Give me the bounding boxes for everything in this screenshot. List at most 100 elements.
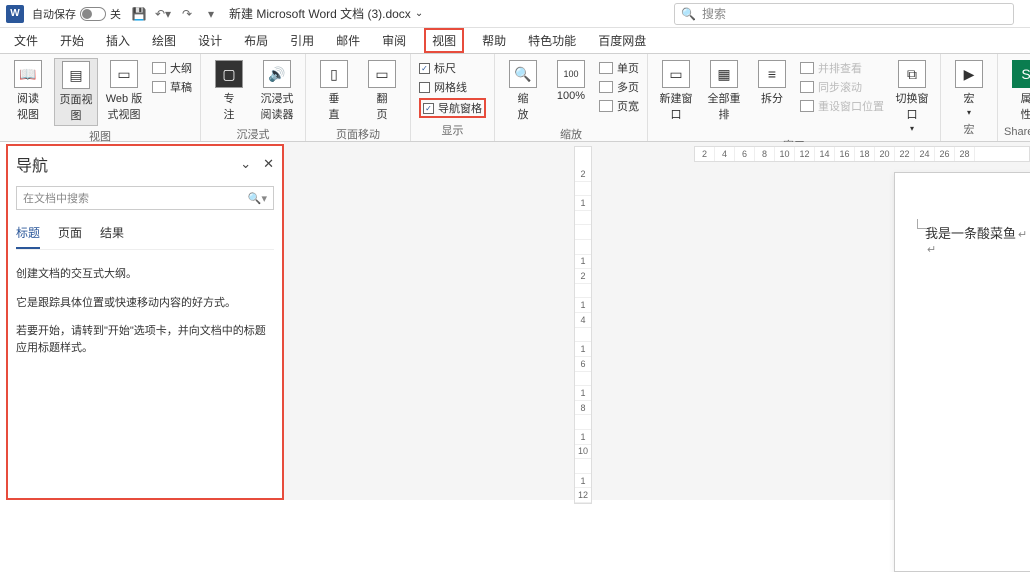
ruler-tick: [575, 415, 591, 430]
save-icon[interactable]: 💾: [131, 6, 147, 22]
sync-scroll-button: 同步滚动: [800, 79, 884, 95]
tab-featured[interactable]: 特色功能: [524, 28, 580, 53]
sharepoint-icon: S: [1012, 60, 1030, 88]
quick-access-toolbar: 💾 ↶▾ ↷ ▾: [131, 6, 219, 22]
search-placeholder: 搜索: [702, 5, 726, 22]
tab-help[interactable]: 帮助: [478, 28, 510, 53]
side-to-side-button[interactable]: ▭翻 页: [360, 58, 404, 124]
ruler-tick: 6: [575, 357, 591, 372]
document-title[interactable]: 新建 Microsoft Word 文档 (3).docx ⌄: [229, 5, 423, 22]
ruler-tick: 10: [575, 445, 591, 460]
immersive-reader-icon: 🔊: [263, 60, 291, 88]
group-show: 标尺 网格线 导航窗格 显示: [411, 54, 495, 141]
ruler-tick: [575, 225, 591, 240]
nav-search-placeholder: 在文档中搜索: [23, 190, 89, 206]
ruler-tick: 20: [875, 147, 895, 161]
ruler-tick: 2: [575, 167, 591, 182]
arrange-all-icon: ▦: [710, 60, 738, 88]
tab-layout[interactable]: 布局: [240, 28, 272, 53]
tab-review[interactable]: 审阅: [378, 28, 410, 53]
nav-panel-dropdown-icon[interactable]: ⌄: [240, 156, 251, 172]
outline-button[interactable]: 大纲: [152, 60, 192, 76]
tab-design[interactable]: 设计: [194, 28, 226, 53]
macros-button[interactable]: ▶宏▾: [947, 58, 991, 119]
word-app-icon: W: [6, 5, 24, 23]
document-page[interactable]: 我是一条酸菜鱼↵ ↵: [894, 172, 1030, 572]
zoom-icon: 🔍: [509, 60, 537, 88]
nav-panel-close-icon[interactable]: ✕: [263, 156, 274, 172]
toggle-switch-icon[interactable]: [80, 7, 106, 21]
group-views: 📖 阅读 视图 ▤ 页面视图 ▭ Web 版式视图 大纲 草稿 视图: [0, 54, 201, 141]
nav-tab-results[interactable]: 结果: [100, 224, 124, 249]
reading-view-button[interactable]: 📖 阅读 视图: [6, 58, 50, 124]
chevron-down-icon[interactable]: ⌄: [415, 8, 423, 19]
paragraph-mark-icon: ↵: [1018, 229, 1027, 241]
ruler-tick: 10: [775, 147, 795, 161]
redo-icon[interactable]: ↷: [179, 6, 195, 22]
nav-tabs: 标题 页面 结果: [16, 224, 274, 250]
hundred-percent-button[interactable]: 100100%: [549, 58, 593, 104]
tab-mailings[interactable]: 邮件: [332, 28, 364, 53]
split-button[interactable]: ≡拆分: [750, 58, 794, 108]
search-box[interactable]: 🔍 搜索: [674, 3, 1014, 25]
navigation-pane-checkbox[interactable]: 导航窗格: [419, 98, 486, 118]
multi-page-icon: [599, 81, 613, 93]
undo-icon[interactable]: ↶▾: [155, 6, 171, 22]
side-by-side-icon: [800, 62, 814, 74]
ruler-checkbox[interactable]: 标尺: [419, 60, 486, 76]
tab-references[interactable]: 引用: [286, 28, 318, 53]
ruler-tick: [575, 284, 591, 299]
document-area: 2112141618110112 24681012141618202224262…: [284, 142, 1030, 500]
ruler-tick: [575, 328, 591, 343]
group-label-zoom: 缩放: [501, 126, 641, 142]
vertical-icon: ▯: [320, 60, 348, 88]
new-window-button[interactable]: ▭新建窗口: [654, 58, 698, 124]
arrange-all-button[interactable]: ▦全部重排: [702, 58, 746, 124]
immersive-reader-button[interactable]: 🔊沉浸式 阅读器: [255, 58, 299, 124]
ruler-tick: 1: [575, 386, 591, 401]
tab-home[interactable]: 开始: [56, 28, 88, 53]
zoom-button[interactable]: 🔍缩 放: [501, 58, 545, 124]
tab-view[interactable]: 视图: [424, 28, 464, 53]
qat-more-icon[interactable]: ▾: [203, 6, 219, 22]
tab-insert[interactable]: 插入: [102, 28, 134, 53]
web-layout-button[interactable]: ▭ Web 版式视图: [102, 58, 146, 124]
print-layout-button[interactable]: ▤ 页面视图: [54, 58, 98, 126]
draft-button[interactable]: 草稿: [152, 79, 192, 95]
nav-tab-headings[interactable]: 标题: [16, 224, 40, 249]
autosave-toggle[interactable]: 自动保存 关: [32, 6, 121, 22]
nav-tab-pages[interactable]: 页面: [58, 224, 82, 249]
ruler-tick: 26: [935, 147, 955, 161]
ruler-tick: 12: [795, 147, 815, 161]
title-bar: W 自动保存 关 💾 ↶▾ ↷ ▾ 新建 Microsoft Word 文档 (…: [0, 0, 1030, 28]
page-width-button[interactable]: 页宽: [599, 98, 639, 114]
macros-icon: ▶: [955, 60, 983, 88]
search-dropdown-icon[interactable]: 🔍▾: [248, 192, 267, 205]
sync-scroll-icon: [800, 81, 814, 93]
switch-windows-button[interactable]: ⧉切换窗口▾: [890, 58, 934, 135]
ruler-tick: 4: [575, 313, 591, 328]
ruler-tick: [575, 211, 591, 226]
ruler-tick: 1: [575, 196, 591, 211]
one-page-button[interactable]: 单页: [599, 60, 639, 76]
ruler-tick: 8: [575, 401, 591, 416]
tab-baidu[interactable]: 百度网盘: [594, 28, 650, 53]
ruler-tick: 18: [855, 147, 875, 161]
ruler-tick: 8: [755, 147, 775, 161]
checkbox-checked-icon: [423, 103, 434, 114]
chevron-down-icon: ▾: [967, 108, 971, 117]
vertical-button[interactable]: ▯垂 直: [312, 58, 356, 124]
focus-button[interactable]: ▢专 注: [207, 58, 251, 124]
workspace: 导航 ⌄ ✕ 在文档中搜索 🔍▾ 标题 页面 结果 创建文档的交互式大纲。 它是…: [0, 142, 1030, 500]
document-text-line[interactable]: 我是一条酸菜鱼: [925, 226, 1016, 241]
hundred-percent-icon: 100: [557, 60, 585, 88]
tab-file[interactable]: 文件: [10, 28, 42, 53]
multi-page-button[interactable]: 多页: [599, 79, 639, 95]
properties-button[interactable]: S属 性: [1004, 58, 1030, 124]
nav-search-input[interactable]: 在文档中搜索 🔍▾: [16, 186, 274, 210]
vertical-ruler[interactable]: 2112141618110112: [574, 146, 592, 504]
search-icon: 🔍: [681, 7, 696, 21]
horizontal-ruler[interactable]: 246810121416182022242628: [694, 146, 1030, 162]
gridlines-checkbox[interactable]: 网格线: [419, 79, 486, 95]
tab-draw[interactable]: 绘图: [148, 28, 180, 53]
